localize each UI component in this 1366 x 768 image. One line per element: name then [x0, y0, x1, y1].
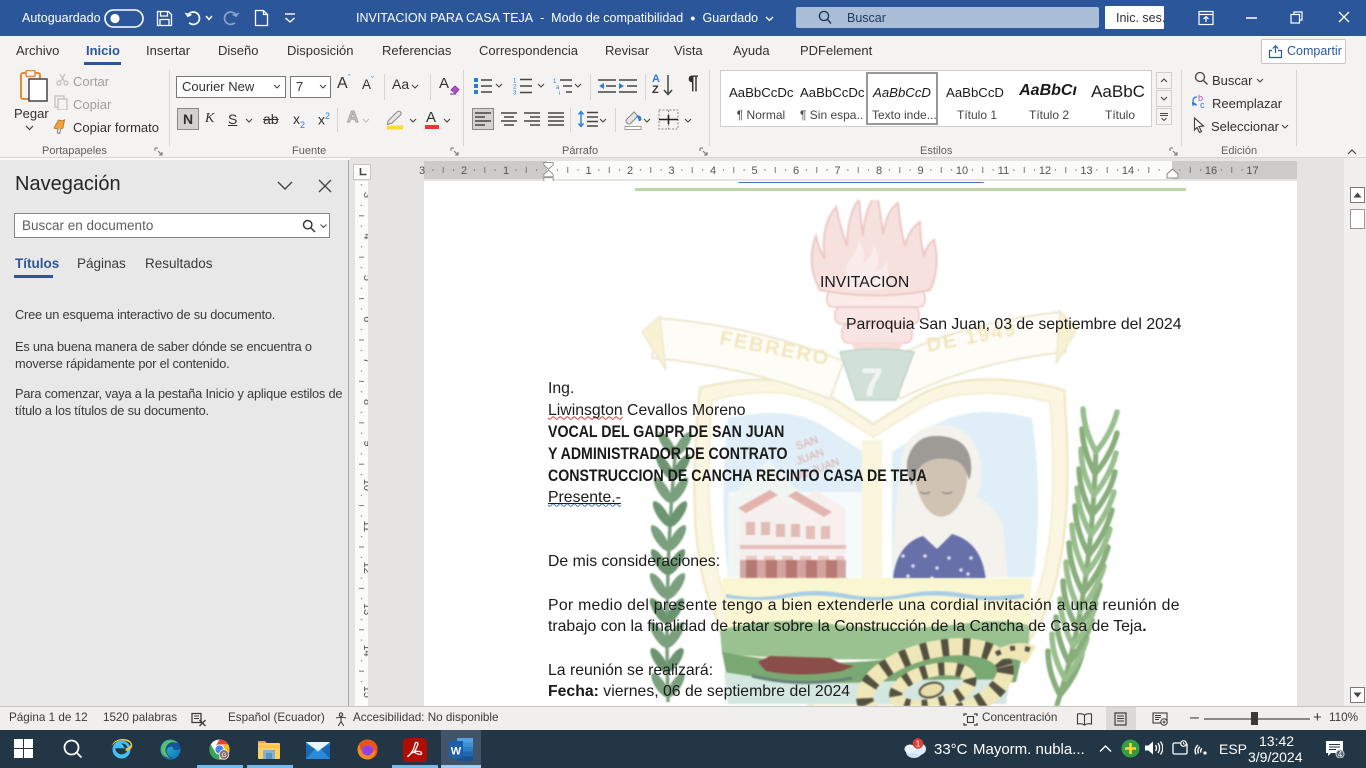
svg-text:9: 9 [917, 165, 923, 177]
svg-text:4: 4 [710, 165, 716, 177]
svg-text:4: 4 [1338, 750, 1343, 758]
svg-text:12: 12 [1039, 165, 1051, 177]
svg-text:15: 15 [361, 686, 368, 698]
svg-text:14: 14 [1122, 165, 1134, 177]
svg-text:13: 13 [361, 603, 368, 615]
svg-text:11: 11 [361, 521, 368, 532]
svg-text:6: 6 [793, 165, 799, 177]
svg-text:7: 7 [861, 361, 883, 405]
svg-text:2: 2 [627, 165, 633, 177]
svg-text:6: 6 [361, 316, 368, 322]
svg-text:2: 2 [461, 165, 467, 177]
svg-text:c: c [1200, 100, 1205, 109]
svg-text:1: 1 [503, 165, 509, 177]
svg-text:3: 3 [361, 192, 368, 198]
svg-text:W: W [451, 746, 462, 758]
svg-text:3: 3 [419, 165, 425, 177]
svg-text:3: 3 [513, 91, 517, 96]
svg-text:8: 8 [876, 165, 882, 177]
svg-text:1: 1 [916, 739, 921, 749]
svg-text:5: 5 [361, 275, 368, 281]
svg-text:9: 9 [361, 440, 368, 446]
svg-text:G: G [221, 752, 226, 759]
svg-text:3: 3 [668, 165, 674, 177]
svg-text:16: 16 [1205, 165, 1217, 177]
svg-text:13: 13 [1080, 165, 1092, 177]
svg-text:7: 7 [834, 165, 840, 177]
svg-text:7: 7 [361, 358, 368, 364]
svg-text:10: 10 [956, 165, 968, 177]
svg-text:14: 14 [361, 644, 368, 656]
svg-text:8: 8 [361, 399, 368, 405]
svg-text:17: 17 [1246, 165, 1258, 177]
svg-text:10: 10 [361, 479, 368, 491]
svg-text:5: 5 [751, 165, 757, 177]
svg-text:4: 4 [361, 233, 368, 239]
svg-text:12: 12 [361, 562, 368, 574]
svg-text:i: i [559, 91, 560, 95]
svg-text:1: 1 [585, 165, 591, 177]
svg-text:11: 11 [998, 165, 1009, 177]
